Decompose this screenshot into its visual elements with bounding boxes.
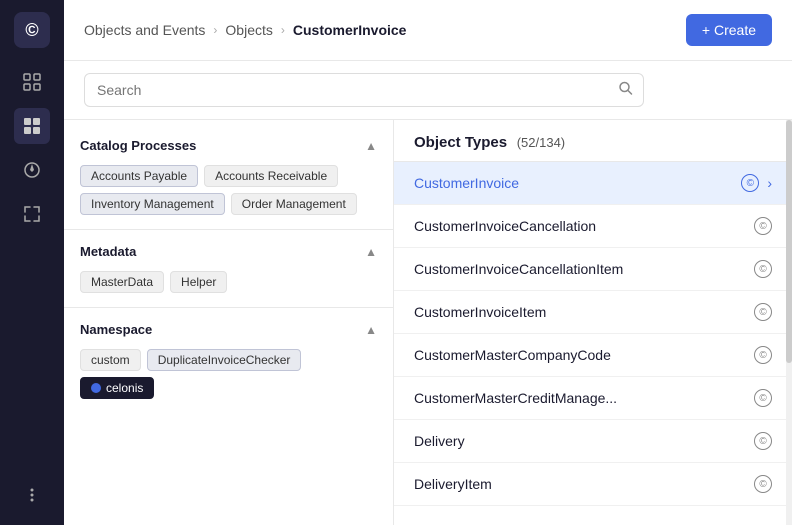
expand-icon[interactable] — [14, 196, 50, 232]
collapse-catalog-icon: ▲ — [365, 139, 377, 153]
header: Objects and Events › Objects › CustomerI… — [64, 0, 792, 61]
collapse-namespace-icon: ▲ — [365, 323, 377, 337]
more-icon[interactable] — [14, 477, 50, 513]
row-arrow-icon: › — [767, 175, 772, 191]
compass-icon[interactable] — [14, 152, 50, 188]
tag-custom[interactable]: custom — [80, 349, 141, 371]
section-metadata: Metadata ▲ MasterData Helper — [64, 234, 393, 303]
section-header-catalog[interactable]: Catalog Processes ▲ — [64, 128, 393, 161]
tag-celonis[interactable]: celonis — [80, 377, 154, 399]
sidebar: © — [0, 0, 64, 525]
left-panel: Catalog Processes ▲ Accounts Payable Acc… — [64, 120, 394, 525]
celonis-dot-icon — [91, 383, 101, 393]
main-content: Objects and Events › Objects › CustomerI… — [64, 0, 792, 525]
section-catalog-processes: Catalog Processes ▲ Accounts Payable Acc… — [64, 128, 393, 225]
tag-order-management[interactable]: Order Management — [231, 193, 357, 215]
object-types-title: Object Types — [414, 134, 507, 151]
breadcrumb-objects-events[interactable]: Objects and Events — [84, 22, 205, 38]
object-type-icon: © — [754, 432, 772, 450]
tag-celonis-label: celonis — [106, 381, 143, 395]
object-type-name: CustomerInvoiceCancellationItem — [414, 261, 746, 277]
object-type-row[interactable]: DeliveryItem © — [394, 463, 792, 506]
breadcrumb-objects[interactable]: Objects — [225, 22, 272, 38]
breadcrumb: Objects and Events › Objects › CustomerI… — [84, 22, 406, 38]
tag-helper[interactable]: Helper — [170, 271, 227, 293]
section-tags-metadata: MasterData Helper — [64, 267, 393, 303]
object-type-icon: © — [754, 303, 772, 321]
object-type-name: CustomerInvoice — [414, 175, 733, 191]
object-type-row[interactable]: CustomerMasterCompanyCode © — [394, 334, 792, 377]
create-button[interactable]: + Create — [686, 14, 772, 46]
object-type-name: Delivery — [414, 433, 746, 449]
search-bar — [64, 61, 792, 120]
search-input-wrap — [84, 73, 644, 107]
object-type-icon: © — [754, 389, 772, 407]
object-type-row[interactable]: CustomerInvoiceCancellationItem © — [394, 248, 792, 291]
object-types-count: (52/134) — [513, 135, 565, 150]
object-type-icon: © — [754, 346, 772, 364]
tag-masterdata[interactable]: MasterData — [80, 271, 164, 293]
section-header-metadata[interactable]: Metadata ▲ — [64, 234, 393, 267]
breadcrumb-current: CustomerInvoice — [293, 22, 407, 38]
right-panel: Object Types (52/134) CustomerInvoice © … — [394, 120, 792, 525]
tag-inventory-management[interactable]: Inventory Management — [80, 193, 225, 215]
object-type-icon: © — [754, 475, 772, 493]
breadcrumb-sep-1: › — [213, 23, 217, 37]
section-tags-namespace: custom DuplicateInvoiceChecker celonis — [64, 345, 393, 409]
grid-icon[interactable] — [14, 108, 50, 144]
search-button[interactable] — [618, 81, 634, 100]
object-type-name: CustomerMasterCreditManage... — [414, 390, 746, 406]
tag-accounts-receivable[interactable]: Accounts Receivable — [204, 165, 338, 187]
content-area: Catalog Processes ▲ Accounts Payable Acc… — [64, 120, 792, 525]
section-tags-catalog: Accounts Payable Accounts Receivable Inv… — [64, 161, 393, 225]
object-type-name: CustomerInvoiceCancellation — [414, 218, 746, 234]
section-namespace: Namespace ▲ custom DuplicateInvoiceCheck… — [64, 312, 393, 409]
section-title-namespace: Namespace — [80, 322, 152, 337]
object-type-row[interactable]: CustomerInvoiceCancellation © — [394, 205, 792, 248]
object-type-row[interactable]: CustomerInvoiceItem © — [394, 291, 792, 334]
section-header-namespace[interactable]: Namespace ▲ — [64, 312, 393, 345]
object-type-name: DeliveryItem — [414, 476, 746, 492]
scroll-indicator — [786, 120, 792, 525]
object-types-header: Object Types (52/134) — [394, 120, 792, 162]
section-title-metadata: Metadata — [80, 244, 136, 259]
object-type-row[interactable]: CustomerInvoice © › — [394, 162, 792, 205]
object-type-icon: © — [741, 174, 759, 192]
search-input[interactable] — [84, 73, 644, 107]
section-title-catalog: Catalog Processes — [80, 138, 196, 153]
scroll-thumb[interactable] — [786, 120, 792, 363]
scan-icon[interactable] — [14, 64, 50, 100]
object-type-row[interactable]: Delivery © — [394, 420, 792, 463]
breadcrumb-sep-2: › — [281, 23, 285, 37]
tag-duplicate-invoice[interactable]: DuplicateInvoiceChecker — [147, 349, 302, 371]
object-type-row[interactable]: CustomerMasterCreditManage... © — [394, 377, 792, 420]
object-type-icon: © — [754, 260, 772, 278]
object-type-name: CustomerInvoiceItem — [414, 304, 746, 320]
object-type-name: CustomerMasterCompanyCode — [414, 347, 746, 363]
logo-icon: © — [25, 20, 38, 41]
sidebar-logo[interactable]: © — [14, 12, 50, 48]
tag-accounts-payable[interactable]: Accounts Payable — [80, 165, 198, 187]
collapse-metadata-icon: ▲ — [365, 245, 377, 259]
object-type-icon: © — [754, 217, 772, 235]
